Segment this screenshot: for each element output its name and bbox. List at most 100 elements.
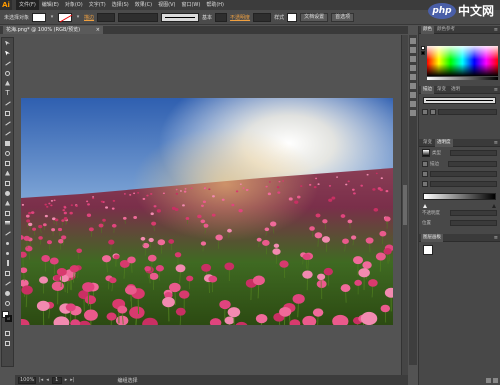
pencil-tool[interactable] bbox=[2, 128, 13, 138]
panel-menu-icon[interactable]: ≡ bbox=[494, 235, 498, 241]
symbol-sprayer-tool[interactable] bbox=[2, 248, 13, 258]
paintbrush-tool[interactable] bbox=[2, 118, 13, 128]
stroke-swatch[interactable] bbox=[58, 12, 73, 22]
zoom-field[interactable]: 100% bbox=[18, 376, 36, 384]
graph-tool[interactable] bbox=[2, 258, 13, 268]
gradient-slider[interactable] bbox=[423, 193, 496, 200]
align-panel-icon[interactable] bbox=[410, 92, 416, 98]
swatches-panel-icon[interactable] bbox=[410, 47, 416, 53]
stroke-weight-input[interactable] bbox=[97, 12, 116, 22]
shape-builder-tool[interactable] bbox=[2, 188, 13, 198]
stroke-preview[interactable] bbox=[423, 97, 496, 104]
color-panel-icon[interactable] bbox=[410, 38, 416, 44]
menu-help[interactable]: 帮助(H) bbox=[203, 0, 227, 10]
last-page-icon[interactable]: ▸| bbox=[70, 377, 74, 383]
angle-field[interactable] bbox=[430, 171, 497, 177]
menu-object[interactable]: 对象(O) bbox=[62, 0, 86, 10]
chevron-down-icon[interactable]: ▾ bbox=[49, 13, 55, 22]
hand-tool[interactable] bbox=[2, 288, 13, 298]
new-layer-icon[interactable] bbox=[486, 378, 491, 383]
menu-edit[interactable]: 编辑(E) bbox=[39, 0, 62, 10]
brush-select[interactable] bbox=[215, 12, 228, 22]
brush-preview[interactable] bbox=[161, 12, 200, 22]
tab-color[interactable]: 颜色 bbox=[421, 25, 434, 34]
delete-layer-icon[interactable] bbox=[493, 378, 498, 383]
free-transform-tool[interactable] bbox=[2, 178, 13, 188]
gradient-type-select[interactable] bbox=[450, 150, 497, 156]
artboard-image[interactable] bbox=[21, 98, 393, 325]
angle-icon[interactable] bbox=[422, 171, 428, 177]
mesh-tool[interactable] bbox=[2, 208, 13, 218]
draw-mode-button[interactable] bbox=[2, 328, 13, 338]
slice-tool[interactable] bbox=[2, 278, 13, 288]
eyedropper-tool[interactable] bbox=[2, 228, 13, 238]
brushes-panel-icon[interactable] bbox=[410, 56, 416, 62]
gradient-thumb[interactable] bbox=[422, 149, 430, 157]
pathfinder-icon[interactable] bbox=[410, 110, 416, 116]
chevron-down-icon[interactable]: ▾ bbox=[75, 13, 81, 22]
menu-type[interactable]: 文字(T) bbox=[86, 0, 109, 10]
line-tool[interactable] bbox=[2, 98, 13, 108]
tab-color-guide[interactable]: 颜色参考 bbox=[435, 26, 457, 34]
transform-panel-icon[interactable] bbox=[410, 101, 416, 107]
style-swatch[interactable] bbox=[287, 12, 298, 22]
variable-width-select[interactable] bbox=[118, 12, 159, 22]
menu-view[interactable]: 视图(V) bbox=[155, 0, 178, 10]
gradient-stop-end[interactable] bbox=[492, 204, 496, 208]
width-tool[interactable] bbox=[2, 168, 13, 178]
tab-stroke[interactable]: 描边 bbox=[421, 85, 434, 94]
color-spectrum[interactable] bbox=[427, 46, 498, 76]
preferences-button[interactable]: 首选项 bbox=[331, 12, 355, 22]
gradient-stop-start[interactable] bbox=[423, 204, 427, 208]
white-swatch[interactable] bbox=[421, 46, 425, 50]
page-field[interactable]: 1 bbox=[51, 376, 62, 384]
stroke-icon[interactable] bbox=[422, 109, 428, 115]
close-icon[interactable]: × bbox=[96, 26, 100, 34]
gradient-stroke-field[interactable] bbox=[448, 161, 497, 167]
scroll-thumb[interactable] bbox=[403, 185, 407, 225]
gradient-tool[interactable] bbox=[2, 218, 13, 228]
fill-stroke-selector[interactable] bbox=[2, 311, 13, 325]
opacity-input[interactable] bbox=[253, 12, 272, 22]
tab-opacity[interactable]: 透明度 bbox=[435, 138, 453, 147]
stroke-link[interactable]: 描边 bbox=[84, 14, 94, 21]
type-tool[interactable]: T bbox=[2, 88, 13, 98]
opacity-field[interactable] bbox=[450, 210, 497, 216]
tab-gradient[interactable]: 渐变 bbox=[435, 86, 448, 94]
selection-tool[interactable] bbox=[2, 38, 13, 48]
black-swatch[interactable] bbox=[421, 51, 425, 55]
graphic-styles-icon[interactable] bbox=[410, 74, 416, 80]
canvas-area[interactable] bbox=[15, 35, 408, 375]
fill-swatch[interactable] bbox=[32, 12, 47, 22]
stroke-mini-icon[interactable] bbox=[422, 161, 428, 167]
panel-menu-icon[interactable]: ≡ bbox=[494, 140, 498, 146]
document-tab[interactable]: 花海.png* @ 100% (RGB/预览) × bbox=[3, 26, 103, 34]
magic-wand-tool[interactable] bbox=[2, 58, 13, 68]
artboard-tool[interactable] bbox=[2, 268, 13, 278]
vertical-scrollbar[interactable] bbox=[401, 35, 408, 375]
menu-file[interactable]: 文件(F) bbox=[16, 0, 39, 10]
scale-tool[interactable] bbox=[2, 158, 13, 168]
aspect-field[interactable] bbox=[430, 181, 497, 187]
perspective-tool[interactable] bbox=[2, 198, 13, 208]
menu-select[interactable]: 选择(S) bbox=[109, 0, 132, 10]
grayscale-ramp[interactable] bbox=[427, 77, 498, 80]
menu-window[interactable]: 窗口(W) bbox=[178, 0, 203, 10]
blend-tool[interactable] bbox=[2, 238, 13, 248]
appearance-panel-icon[interactable] bbox=[410, 83, 416, 89]
zoom-tool[interactable] bbox=[2, 298, 13, 308]
rotate-tool[interactable] bbox=[2, 148, 13, 158]
menu-effect[interactable]: 效果(C) bbox=[132, 0, 155, 10]
pen-tool[interactable] bbox=[2, 78, 13, 88]
lasso-tool[interactable] bbox=[2, 68, 13, 78]
position-field[interactable] bbox=[450, 220, 497, 226]
screen-mode-button[interactable] bbox=[2, 338, 13, 348]
opacity-link[interactable]: 不透明度 bbox=[230, 14, 250, 21]
stroke-field[interactable] bbox=[438, 109, 497, 115]
prev-page-icon[interactable]: ◂ bbox=[46, 377, 49, 383]
eraser-tool[interactable] bbox=[2, 138, 13, 148]
rectangle-tool[interactable] bbox=[2, 108, 13, 118]
panel-menu-icon[interactable]: ≡ bbox=[494, 27, 498, 33]
tab-layers[interactable]: 图层画板 bbox=[421, 233, 443, 242]
aspect-icon[interactable] bbox=[422, 181, 428, 187]
